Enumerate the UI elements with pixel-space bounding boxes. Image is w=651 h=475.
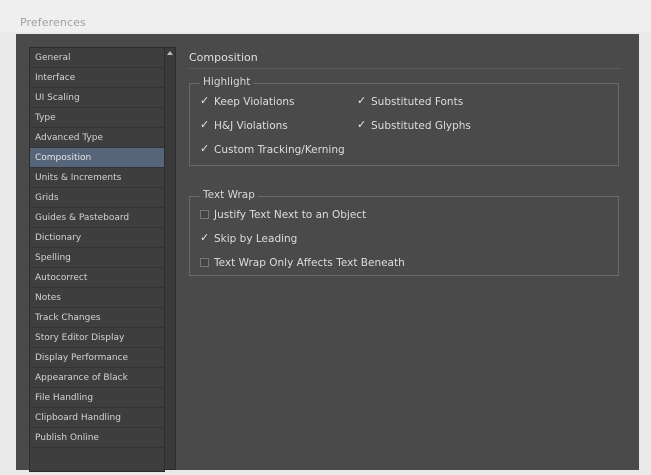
hj-violations-label: H&J Violations: [214, 120, 288, 132]
preferences-panel: General Interface UI Scaling Type Advanced T…: [16, 34, 639, 472]
justify-text-next-checkbox[interactable]: Justify Text Next to an Object: [200, 207, 366, 223]
checkbox-icon: [200, 141, 209, 157]
custom-tracking-label: Custom Tracking/Kerning: [214, 144, 345, 156]
checkbox-icon: [357, 117, 366, 133]
sidebar-item-general[interactable]: General: [30, 48, 164, 68]
keep-violations-label: Keep Violations: [214, 96, 295, 108]
sidebar-item-dictionary[interactable]: Dictionary: [30, 228, 164, 248]
text-wrap-affects-beneath-label: Text Wrap Only Affects Text Beneath: [214, 257, 405, 269]
checkbox-icon: [200, 210, 209, 219]
text-wrap-affects-beneath-checkbox[interactable]: Text Wrap Only Affects Text Beneath: [200, 255, 405, 271]
skip-by-leading-label: Skip by Leading: [214, 233, 298, 245]
sidebar-item-guides-pasteboard[interactable]: Guides & Pasteboard: [30, 208, 164, 228]
category-list-scrollbar[interactable]: [164, 47, 176, 470]
category-list: General Interface UI Scaling Type Advanced T…: [29, 47, 165, 472]
sidebar-item-autocorrect[interactable]: Autocorrect: [30, 268, 164, 288]
substituted-fonts-checkbox[interactable]: Substituted Fonts: [357, 93, 464, 110]
sidebar-item-ui-scaling[interactable]: UI Scaling: [30, 88, 164, 108]
title-bar[interactable]: Preferences: [0, 0, 651, 32]
sidebar-item-appearance-of-black[interactable]: Appearance of Black: [30, 368, 164, 388]
preferences-window: Preferences General Interface UI Scaling Ty…: [0, 0, 651, 475]
sidebar-item-publish-online[interactable]: Publish Online: [30, 428, 164, 448]
sidebar-item-interface[interactable]: Interface: [30, 68, 164, 88]
scroll-up-arrow-icon[interactable]: [167, 51, 173, 55]
checkbox-icon: [200, 258, 209, 267]
highlight-group: Highlight Keep Violations H&J Violations…: [189, 76, 619, 166]
custom-tracking-checkbox[interactable]: Custom Tracking/Kerning: [200, 141, 345, 158]
sidebar-item-story-editor-display[interactable]: Story Editor Display: [30, 328, 164, 348]
checkbox-icon: [357, 93, 366, 109]
highlight-group-label: Highlight: [200, 76, 254, 88]
keep-violations-checkbox[interactable]: Keep Violations: [200, 93, 295, 110]
sidebar-item-file-handling[interactable]: File Handling: [30, 388, 164, 408]
sidebar-item-clipboard-handling[interactable]: Clipboard Handling: [30, 408, 164, 428]
skip-by-leading-checkbox[interactable]: Skip by Leading: [200, 230, 298, 247]
window-title: Preferences: [20, 16, 86, 29]
justify-text-next-label: Justify Text Next to an Object: [214, 209, 367, 221]
text-wrap-group: Text Wrap Justify Text Next to an Object…: [189, 189, 619, 276]
sidebar-item-display-performance[interactable]: Display Performance: [30, 348, 164, 368]
text-wrap-group-label: Text Wrap: [200, 189, 258, 201]
checkbox-icon: [200, 230, 209, 246]
substituted-glyphs-checkbox[interactable]: Substituted Glyphs: [357, 117, 471, 134]
substituted-glyphs-label: Substituted Glyphs: [371, 120, 471, 132]
hj-violations-checkbox[interactable]: H&J Violations: [200, 117, 288, 134]
substituted-fonts-label: Substituted Fonts: [371, 96, 464, 108]
checkbox-icon: [200, 93, 209, 109]
sidebar-item-grids[interactable]: Grids: [30, 188, 164, 208]
sidebar-item-advanced-type[interactable]: Advanced Type: [30, 128, 164, 148]
checkbox-icon: [200, 117, 209, 133]
sidebar-item-notes[interactable]: Notes: [30, 288, 164, 308]
sidebar-item-composition[interactable]: Composition: [30, 148, 164, 168]
sidebar-item-track-changes[interactable]: Track Changes: [30, 308, 164, 328]
sidebar-item-spelling[interactable]: Spelling: [30, 248, 164, 268]
section-divider: [189, 68, 621, 69]
sidebar-item-type[interactable]: Type: [30, 108, 164, 128]
section-title: Composition: [189, 51, 258, 64]
sidebar-item-units-increments[interactable]: Units & Increments: [30, 168, 164, 188]
